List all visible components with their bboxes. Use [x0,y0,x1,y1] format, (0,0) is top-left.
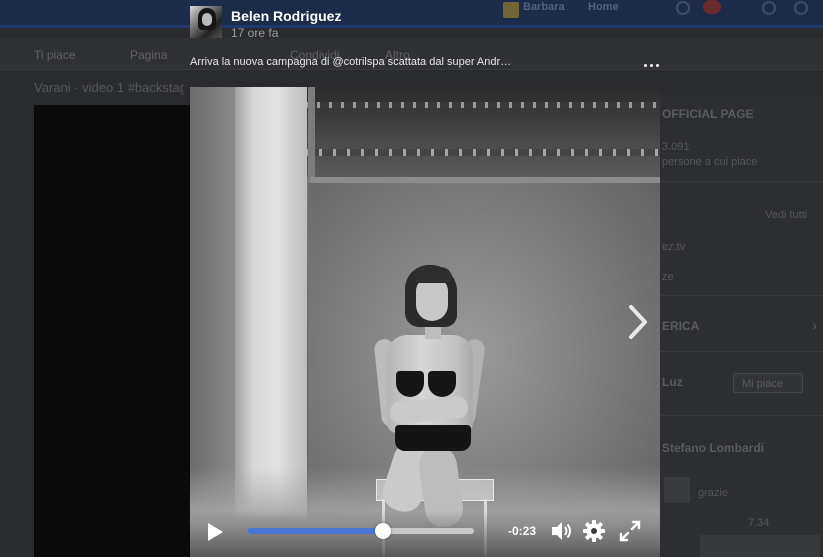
background-item: ez.tv [662,241,686,253]
background-comment-text: grazie [698,487,728,499]
background-commenter: Stefano Lombardi [662,441,765,455]
background-section-title: OFFICIAL PAGE [662,107,754,121]
background-mini-thumbnail [700,535,820,557]
author-name-link[interactable]: Belen Rodriguez [231,8,341,24]
background-mi-piace-label: Mi piace [742,378,783,390]
gear-icon[interactable] [582,519,606,543]
play-icon[interactable] [206,522,224,542]
background-settings-icon [794,1,808,15]
avatar-face [202,13,212,26]
author-avatar[interactable] [190,6,222,38]
post-caption: Arriva la nuova campagna di @cotrilspa s… [190,56,512,68]
video-scene-lighting-rig [305,87,660,177]
background-chevron-right-icon: › [812,317,817,333]
video-scene-truss [305,149,660,156]
background-fans-sub: persone a cui piace [662,156,758,168]
background-like-button: Ti piace [34,48,76,62]
background-divider [640,415,823,416]
video-scene-backdrop-bar [310,177,660,183]
background-meta-number: 7.34 [748,517,770,529]
background-right-column: OFFICIAL PAGE 3.091 persone a cui piace … [640,95,823,557]
post-header: Belen Rodriguez 17 ore fa Arriva la nuov… [190,0,660,87]
video-figure-face [416,277,448,321]
progress-bar[interactable] [247,523,474,539]
more-options-icon[interactable] [641,58,661,72]
video-player[interactable] [190,87,660,557]
progress-handle[interactable] [375,523,392,539]
background-friends-icon [676,1,690,15]
background-divider [640,351,823,352]
background-divider [640,181,823,182]
background-item: ERICA [662,319,700,333]
background-person-name: Luz [662,375,683,389]
post-timestamp[interactable]: 17 ore fa [231,26,278,40]
chevron-right-icon[interactable] [625,303,651,341]
background-page-button: Pagina [130,48,168,62]
volume-icon[interactable] [550,520,574,542]
video-figure-bangs [412,267,452,283]
background-fans-count: 3.091 [662,141,690,153]
background-comment-avatar [664,477,690,503]
background-mi-piace-button: Mi piace [733,373,803,393]
video-controls: -0:23 [190,510,660,557]
video-figure-shorts [395,425,471,451]
fullscreen-icon[interactable] [619,520,641,542]
background-item: ze [662,271,674,283]
background-post-text: Varani · video 1 #backstage [34,80,184,95]
video-scene-truss [305,102,660,108]
background-notification-badge [703,0,721,14]
progress-fill [247,528,384,534]
time-remaining: -0:23 [508,524,537,538]
photo-viewer-overlay: Barbara Home Ti piace Pagina Condividi A… [0,0,823,557]
background-lock-icon [762,1,776,15]
background-divider [640,295,823,296]
background-see-all: Vedi tutti [765,209,808,221]
